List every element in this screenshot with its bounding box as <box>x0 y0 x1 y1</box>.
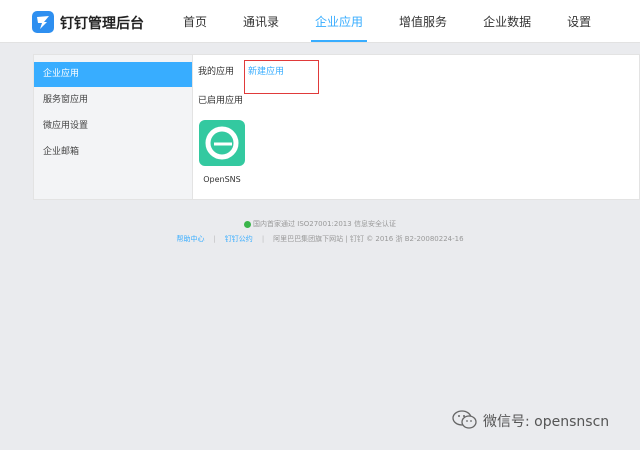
help-center-link[interactable]: 帮助中心 <box>176 235 204 243</box>
section-title: 已启用应用 <box>198 96 244 106</box>
highlight-box <box>244 60 319 94</box>
app-tile-opensns[interactable]: OpenSNS <box>198 120 246 184</box>
sidebar: 企业应用 服务窗应用 微应用设置 企业邮箱 <box>34 55 193 199</box>
footer: 国内首家通过 ISO27001:2013 信息安全认证 帮助中心 | 钉钉公约 | 阿里… <box>0 218 640 244</box>
nav-enterprise-data[interactable]: 企业数据 <box>465 0 549 42</box>
sidebar-item-enterprise-apps[interactable]: 企业应用 <box>34 62 192 87</box>
nav-enterprise-apps[interactable]: 企业应用 <box>297 0 381 42</box>
certification-note: 国内首家通过 ISO27001:2013 信息安全认证 <box>0 218 640 230</box>
shield-check-icon <box>244 220 252 228</box>
footer-links: 帮助中心 | 钉钉公约 | 阿里巴巴集团旗下网站 | 钉钉 © 2016 浙 B2-20… <box>0 234 640 244</box>
tab-my-apps[interactable]: 我的应用 <box>198 63 234 81</box>
certification-text: 国内首家通过 ISO27001:2013 信息安全认证 <box>253 220 396 228</box>
dingtalk-terms-link[interactable]: 钉钉公约 <box>225 235 253 243</box>
sidebar-item-service-window-apps[interactable]: 服务窗应用 <box>34 88 192 113</box>
app-title: 钉钉管理后台 <box>60 16 144 32</box>
wechat-icon <box>452 410 478 434</box>
watermark-text: 微信号: opensnscn <box>483 414 610 430</box>
top-navigation-bar: 钉钉管理后台 首页 通讯录 企业应用 增值服务 企业数据 设置 <box>0 0 640 43</box>
opensns-logo-icon[interactable] <box>199 120 245 166</box>
sidebar-item-enterprise-mail[interactable]: 企业邮箱 <box>34 140 192 165</box>
nav-value-added-services[interactable]: 增值服务 <box>381 0 465 42</box>
sidebar-item-micro-app-settings[interactable]: 微应用设置 <box>34 114 192 139</box>
separator: | <box>261 235 265 243</box>
main-panel: 企业应用 服务窗应用 微应用设置 企业邮箱 我的应用 新建应用 已启用应用 Op… <box>33 54 640 200</box>
dingtalk-logo-icon <box>32 11 54 33</box>
content-tabs: 我的应用 新建应用 <box>198 60 319 94</box>
copyright-text: 阿里巴巴集团旗下网站 | 钉钉 © 2016 浙 B2-20080224-16 <box>273 235 464 243</box>
nav-home[interactable]: 首页 <box>165 0 225 42</box>
separator: | <box>213 235 216 243</box>
main-nav: 首页 通讯录 企业应用 增值服务 企业数据 设置 <box>165 0 609 42</box>
nav-settings[interactable]: 设置 <box>549 0 609 42</box>
watermark: 微信号: opensnscn <box>452 410 609 434</box>
app-name: OpenSNS <box>203 175 241 184</box>
nav-contacts[interactable]: 通讯录 <box>225 0 297 42</box>
content-area: 我的应用 新建应用 已启用应用 OpenSNS <box>192 55 639 199</box>
